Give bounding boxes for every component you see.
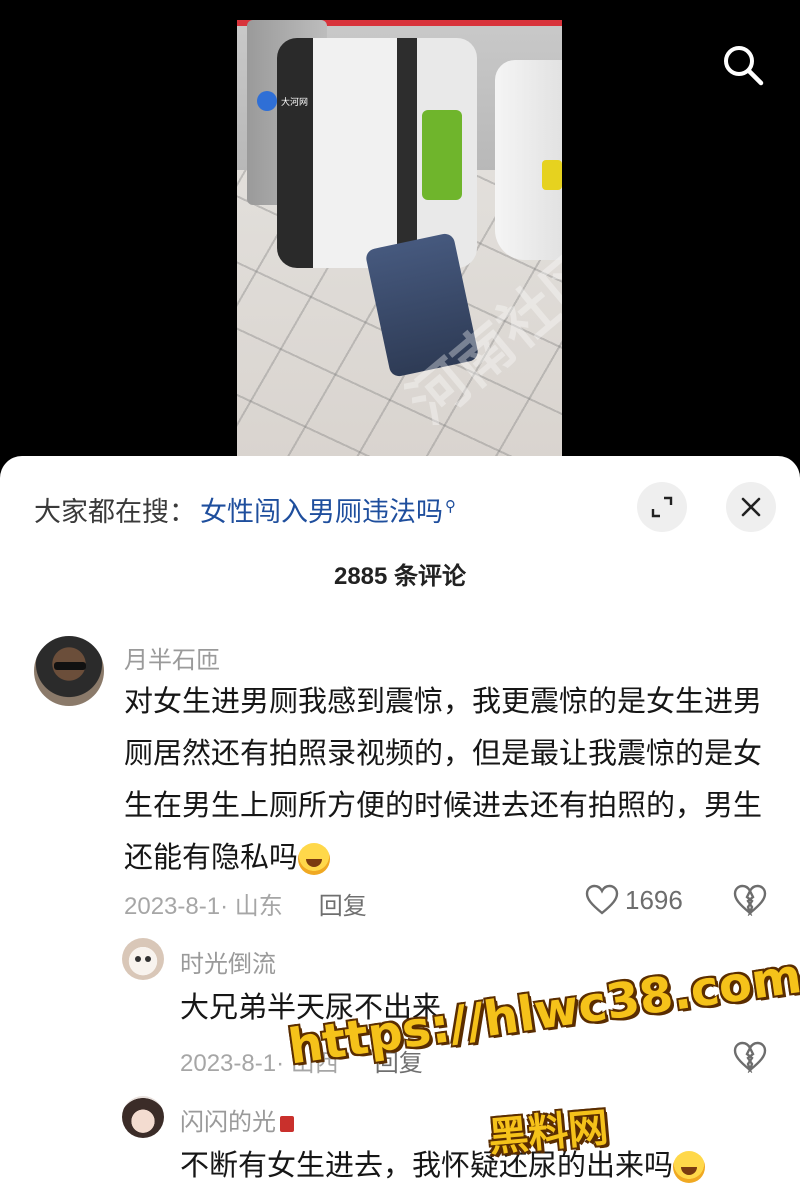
heart-icon [585, 884, 619, 915]
green-bag [422, 110, 462, 200]
sunglasses-graphic [54, 662, 86, 670]
avatar[interactable] [122, 1096, 164, 1138]
reply-username-text: 闪闪的光 [180, 1109, 276, 1136]
comment-count: 2885 条评论 [333, 563, 467, 590]
cat-eye [135, 956, 141, 962]
small-search-icon: ⚲ [445, 498, 456, 515]
comment-text-body: 对女生进男厕我感到震惊，我更震惊的是女生进男厕居然还有拍照录视频的，但是最让我震… [124, 686, 763, 874]
like-count: 1696 [625, 884, 683, 915]
video-player[interactable]: 大河网 河南社区 [237, 20, 562, 456]
avatar[interactable] [122, 938, 164, 980]
comment-date-location: 2023-8-1· 山东 [124, 893, 283, 920]
video-area[interactable]: 大河网 河南社区 [0, 0, 800, 470]
badge-icon [280, 1115, 294, 1132]
comment-sheet: 大家都在搜： 女性闯入男厕违法吗 ⚲ 2885 条评论 月半石匝 对女生进男厕我… [0, 456, 800, 1202]
search-icon [724, 46, 764, 86]
sheet-header: 大家都在搜： 女性闯入男厕违法吗 ⚲ [0, 456, 800, 556]
comment-meta: 2023-8-1· 山东 回复 [124, 886, 367, 921]
reply-username[interactable]: 时光倒流 [180, 944, 276, 979]
search-suggestion[interactable]: 大家都在搜： 女性闯入男厕违法吗 ⚲ [34, 490, 456, 529]
reply-username[interactable]: 闪闪的光 [180, 1102, 294, 1137]
expand-button[interactable] [637, 482, 687, 532]
news-logo-icon [257, 91, 277, 111]
reply-text: 不断有女生进去，我怀疑还尿的出来吗 [180, 1140, 760, 1192]
broken-heart-icon [733, 884, 767, 917]
like-button[interactable]: 1696 [585, 884, 683, 916]
sweat-smile-emoji-icon [673, 1151, 706, 1184]
search-suggestion-prefix: 大家都在搜： [34, 497, 196, 527]
search-button[interactable] [718, 40, 768, 90]
comment-username[interactable]: 月半石匝 [124, 640, 220, 675]
cat-eye [145, 956, 151, 962]
yellow-object [542, 160, 562, 190]
dislike-button[interactable] [733, 884, 767, 921]
laughing-emoji-icon [298, 843, 331, 876]
news-logo-text: 大河网 [281, 96, 309, 107]
close-button[interactable] [726, 482, 776, 532]
avatar[interactable] [34, 636, 104, 706]
reply-text-body: 不断有女生进去，我怀疑还尿的出来吗 [180, 1150, 674, 1182]
reply-button[interactable]: 回复 [319, 886, 367, 921]
comment-text: 对女生进男厕我感到震惊，我更震惊的是女生进男厕居然还有拍照录视频的，但是最让我震… [124, 676, 764, 884]
search-suggestion-query[interactable]: 女性闯入男厕违法吗 [200, 490, 443, 529]
close-icon [741, 497, 761, 517]
site-name-watermark: 黑料网 [486, 1104, 611, 1162]
dislike-button[interactable] [733, 1041, 767, 1078]
expand-icon [651, 496, 673, 518]
broken-heart-icon [733, 1041, 767, 1074]
news-logo: 大河网 [257, 90, 327, 112]
